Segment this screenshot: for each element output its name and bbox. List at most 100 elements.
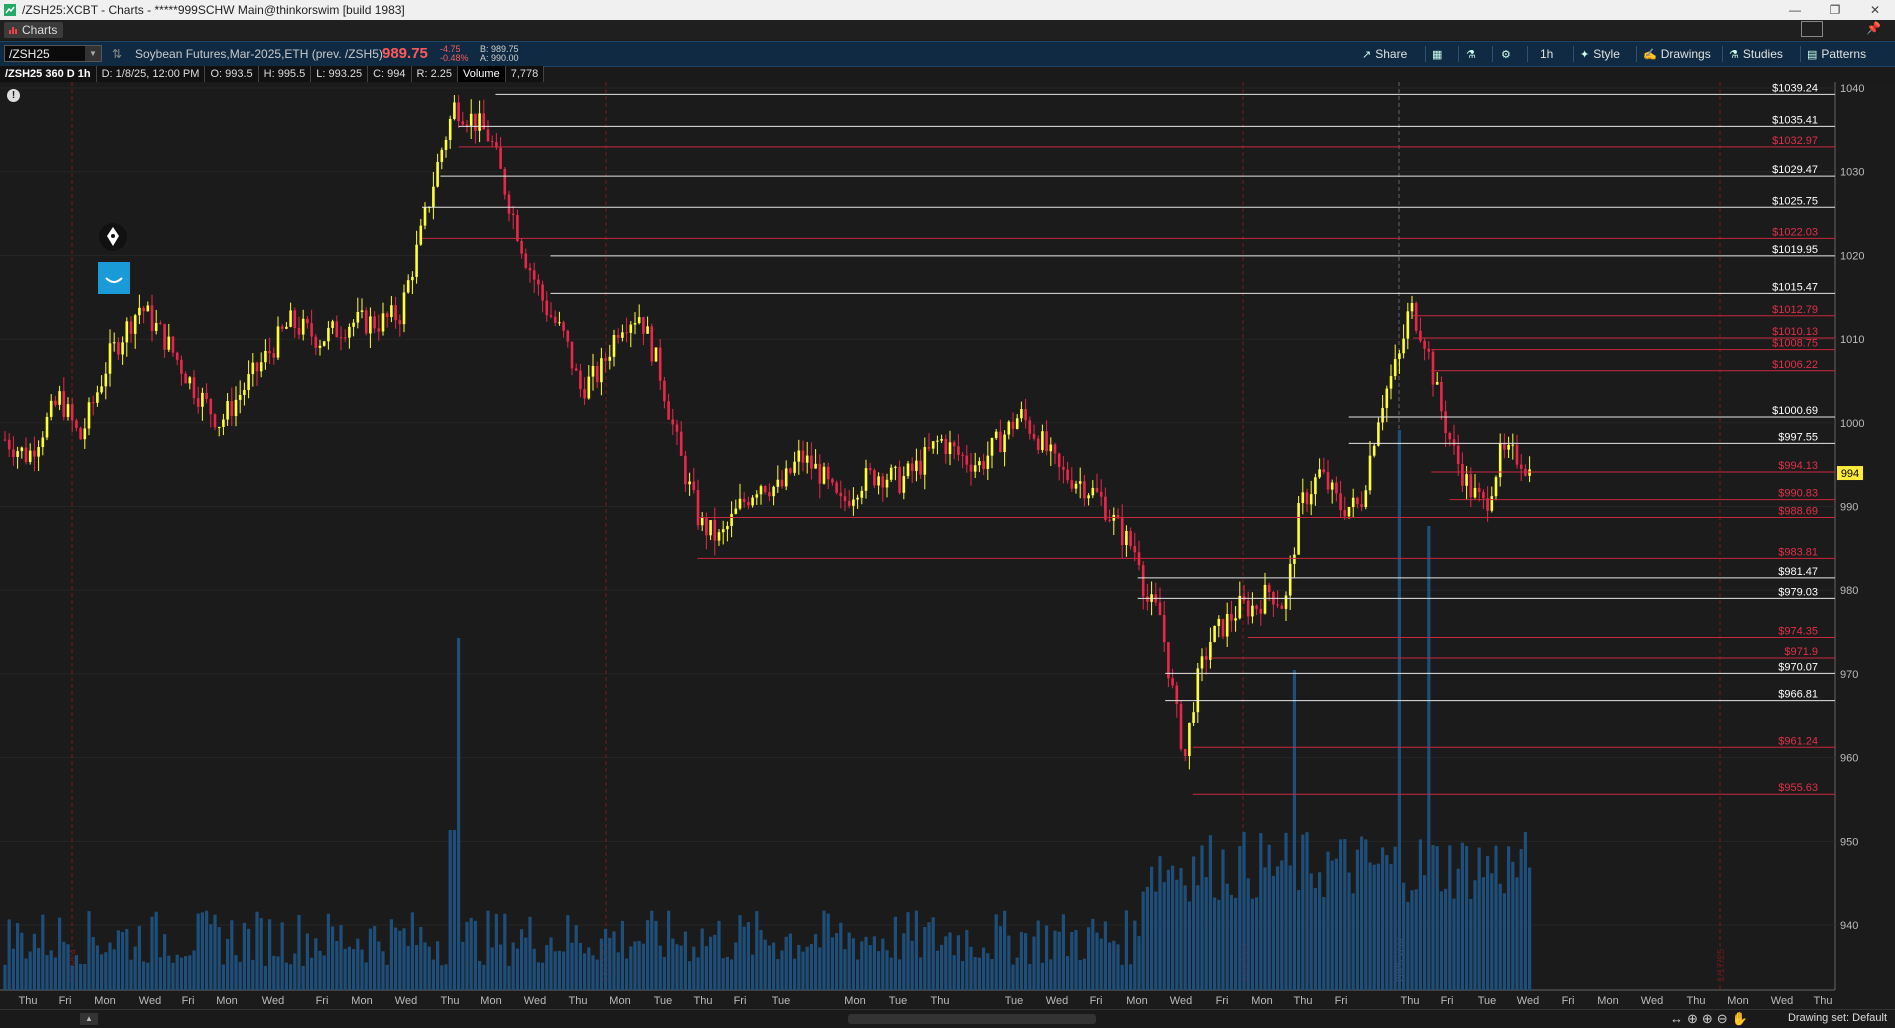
candle-body — [570, 341, 574, 369]
volume-bar — [612, 931, 616, 990]
expand-up-icon[interactable]: ▲ — [80, 1013, 98, 1025]
candle-body — [1053, 444, 1057, 454]
chevron-down-icon[interactable]: ▼ — [85, 46, 101, 61]
volume-bar — [406, 945, 410, 990]
volume-bar — [272, 955, 276, 990]
candle-body — [1377, 422, 1380, 446]
candle-body — [1276, 604, 1279, 606]
candle-body — [1511, 444, 1515, 446]
candle-body — [1024, 409, 1027, 421]
x-tick-label: Mon — [1727, 995, 1748, 1007]
candle-body — [868, 468, 872, 471]
drawings-button[interactable]: ✍ Drawings — [1643, 46, 1711, 63]
settings-button[interactable]: ⚙ — [1501, 46, 1515, 63]
volume-bar — [637, 940, 641, 990]
candle-body — [1452, 439, 1456, 446]
x-tick-label: Mon — [1126, 995, 1147, 1007]
volume-bar — [520, 929, 524, 990]
price-chart[interactable]: 9409509609709809901000101010201030104012… — [0, 82, 1895, 1009]
volume-bar — [213, 914, 217, 990]
studies-button[interactable]: ⚗ Studies — [1729, 46, 1783, 63]
x-tick-label: Thu — [19, 995, 38, 1007]
candle-body — [1125, 531, 1128, 546]
candle-body — [1070, 480, 1074, 489]
candle-body — [1469, 474, 1473, 498]
volume-bar — [814, 934, 818, 990]
candle-body — [1120, 518, 1124, 546]
candle-body — [457, 102, 460, 122]
volume-bar — [217, 927, 221, 990]
pin-icon[interactable]: 📌 — [1866, 21, 1881, 35]
candle-body — [474, 113, 477, 131]
volume-bar — [1045, 925, 1049, 990]
volume-bar — [772, 942, 776, 990]
last-price: 989.75 — [382, 45, 428, 62]
volume-bar — [877, 951, 881, 990]
share-button[interactable]: ↗ Share — [1362, 46, 1407, 63]
candle-body — [79, 427, 82, 440]
grid-button[interactable]: ▦ — [1432, 46, 1446, 63]
candle-body — [49, 400, 53, 417]
candle-body — [541, 284, 544, 301]
candle-body — [826, 466, 830, 480]
candle-body — [1414, 303, 1418, 331]
alert-icon[interactable]: ! — [7, 89, 20, 102]
volume-bar — [347, 946, 351, 990]
restore-button[interactable]: ❐ — [1820, 1, 1850, 19]
volume-bar — [608, 937, 612, 990]
volume-bar — [1183, 885, 1187, 990]
volume-bar — [692, 946, 696, 990]
candle-body — [436, 161, 439, 187]
zoom-controls[interactable]: ↔⊕⊕⊖✋ — [1670, 1011, 1752, 1027]
volume-bar — [1326, 851, 1330, 990]
volume-bar — [990, 959, 994, 990]
candle-body — [1217, 618, 1221, 626]
candle-body — [923, 447, 927, 475]
symbol-input[interactable]: /ZSH25 ▼ — [4, 45, 102, 62]
volume-bar — [226, 939, 230, 990]
timeframe-button[interactable]: 1h — [1540, 46, 1553, 63]
studies-label: Studies — [1742, 47, 1783, 61]
beaker-button[interactable]: ⚗ — [1466, 46, 1480, 63]
candle-body — [1309, 494, 1313, 505]
style-button[interactable]: ✦ Style — [1580, 46, 1620, 63]
candle-body — [940, 439, 943, 441]
patterns-button[interactable]: ▤ Patterns — [1807, 46, 1866, 63]
volume-bar — [826, 913, 830, 990]
horizontal-scrollbar[interactable] — [848, 1014, 1096, 1024]
price-level-label: $955.63 — [1778, 782, 1818, 794]
volume-bar — [599, 938, 603, 990]
close-button[interactable]: ✕ — [1860, 1, 1890, 19]
x-tick-label: Wed — [139, 995, 161, 1007]
volume-bar — [1418, 839, 1422, 990]
volume-bar — [171, 962, 175, 990]
volume-bar — [259, 918, 263, 990]
candle-body — [688, 481, 691, 485]
minimize-button[interactable]: — — [1780, 1, 1810, 19]
volume-bar — [755, 911, 759, 990]
candle-body — [889, 467, 893, 480]
window-layout-icon[interactable] — [1801, 21, 1823, 37]
pen-tool-icon[interactable] — [98, 222, 128, 252]
volume-bar — [872, 936, 876, 990]
y-tick-label: 1010 — [1840, 334, 1864, 346]
status-bar: ▲ ↔⊕⊕⊖✋ Drawing set: Default — [0, 1009, 1895, 1028]
volume-bar — [402, 928, 406, 990]
candle-body — [1372, 445, 1376, 456]
candle-body — [87, 402, 91, 429]
volume-bar — [1238, 846, 1242, 990]
candle-body — [818, 463, 822, 484]
candle-body — [171, 336, 175, 353]
candle-body — [259, 362, 263, 372]
volume-bar — [1339, 839, 1343, 990]
tab-charts[interactable]: Charts — [4, 22, 64, 38]
volume-bar — [986, 953, 990, 990]
candle-body — [1343, 510, 1347, 517]
candle-body — [1083, 481, 1086, 499]
candle-body — [1297, 503, 1300, 555]
link-icon[interactable]: ⇅ — [112, 47, 122, 61]
chat-bubble-icon[interactable] — [98, 262, 130, 294]
x-tick-label: Wed — [1170, 995, 1192, 1007]
candle-body — [784, 468, 788, 487]
candle-body — [289, 310, 292, 327]
